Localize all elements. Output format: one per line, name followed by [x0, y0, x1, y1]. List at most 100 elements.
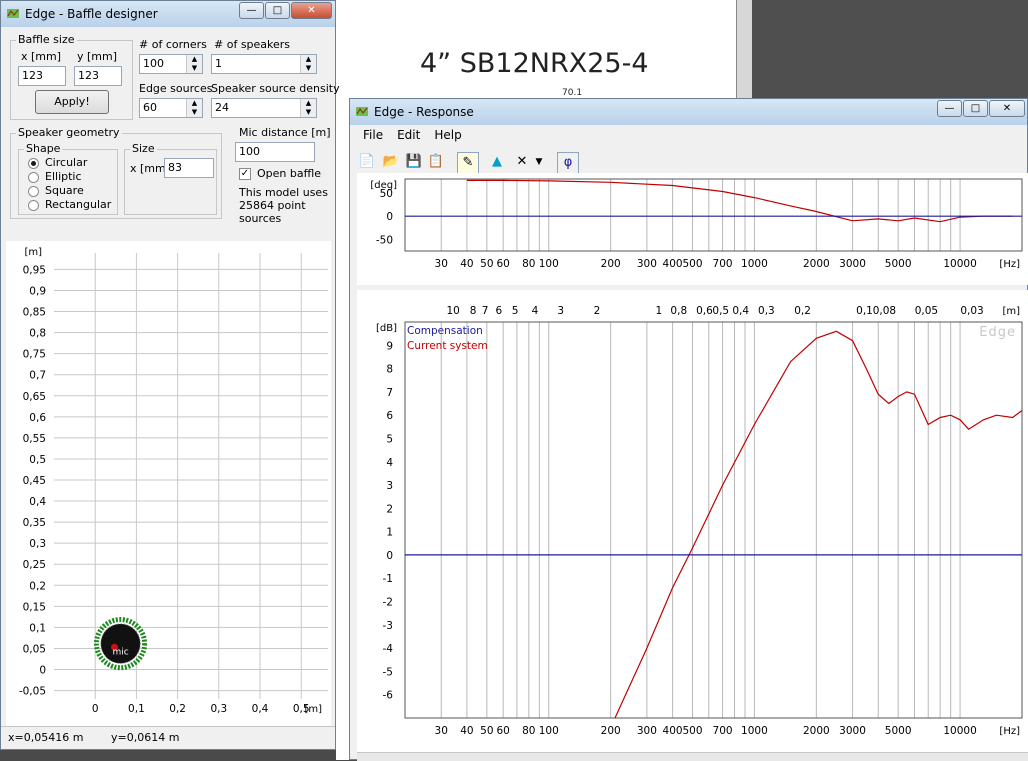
magnitude-x-tick-label: 50: [480, 725, 493, 737]
speakers-spinner[interactable]: ▲ ▼: [300, 55, 316, 73]
baffle-y-tick-label: 0,55: [23, 433, 46, 445]
density-value: 24: [215, 101, 229, 114]
density-spinner[interactable]: ▲ ▼: [300, 99, 316, 117]
response-window-title: Edge - Response: [374, 105, 474, 119]
magnitude-x-tick-label: 700: [713, 725, 733, 737]
wavelength-tick-label: 1: [656, 305, 663, 317]
close-button[interactable]: ✕: [291, 2, 332, 19]
wavelength-tick-label: 6: [495, 305, 502, 317]
magnitude-x-tick-label: 40: [460, 725, 473, 737]
magnitude-y-tick-label: 6: [386, 410, 393, 422]
dropdown-icon[interactable]: ▼: [532, 152, 546, 172]
density-input[interactable]: 24 ▲ ▼: [211, 98, 317, 118]
wavelength-tick-label: 0,1: [856, 305, 873, 317]
phase-x-tick-label: 30: [435, 258, 448, 270]
menu-edit[interactable]: Edit: [397, 128, 420, 142]
phase-x-tick-label: 10000: [943, 258, 976, 270]
delete-icon[interactable]: ✕: [512, 152, 532, 172]
magnitude-x-tick-label: 100: [539, 725, 559, 737]
menu-bar: File Edit Help: [350, 125, 1027, 145]
response-maximize-button[interactable]: □: [963, 100, 988, 117]
apply-button[interactable]: Apply!: [35, 90, 109, 114]
baffle-plot[interactable]: 0,95 0,9 0,85 0,8 0,75 0,7 0,65 0,6 0,55 0,5 0,45 0…: [6, 241, 331, 731]
save-icon[interactable]: 💾: [404, 152, 424, 172]
phi-icon[interactable]: φ: [557, 152, 579, 174]
edge-sources-value: 60: [143, 101, 157, 114]
magnitude-x-tick-label: 3000: [839, 725, 866, 737]
phase-x-tick-label: 60: [496, 258, 509, 270]
corners-input[interactable]: 100 ▲ ▼: [139, 54, 203, 74]
shape-square-label[interactable]: Square: [45, 184, 84, 197]
open-baffle-checkbox[interactable]: ✓: [239, 168, 251, 180]
response-close-button[interactable]: ✕: [989, 100, 1025, 117]
shape-elliptic-label[interactable]: Elliptic: [45, 170, 82, 183]
new-icon[interactable]: 📄: [357, 152, 377, 172]
shape-elliptic-radio[interactable]: [28, 172, 39, 183]
shape-rectangular-radio[interactable]: [28, 200, 39, 211]
phase-y-tick-label: 0: [386, 211, 393, 223]
magnitude-y-tick-label: 2: [386, 503, 393, 515]
menu-help[interactable]: Help: [434, 128, 461, 142]
legend-compensation: Compensation: [407, 325, 483, 337]
phase-x-tick-label: 700: [713, 258, 733, 270]
baffle-x-unit: [m]: [304, 704, 322, 715]
baffle-y-tick-label: 0,45: [23, 475, 46, 487]
baffle-y-tick-label: 0: [39, 665, 46, 677]
pen-icon[interactable]: ✎: [457, 152, 479, 174]
open-icon[interactable]: 📂: [381, 152, 401, 172]
magnitude-y-tick-label: 8: [386, 364, 393, 376]
shape-icon[interactable]: ▲: [487, 152, 507, 172]
shape-circular-label[interactable]: Circular: [45, 156, 87, 169]
y-mm-label: y [mm]: [77, 50, 118, 63]
status-x-coordinate: x=0,05416 m: [8, 731, 84, 744]
speaker-size-input[interactable]: 83: [164, 158, 214, 178]
magnitude-plot[interactable]: 9876543210-1-2-3-4-5-630 40 50 60 80 100 200 30…: [357, 290, 1028, 752]
maximize-button[interactable]: □: [265, 2, 290, 19]
magnitude-y-unit: [dB]: [376, 323, 397, 334]
phase-plot[interactable]: 500-5030 40 50 60 80 100 200 300 400 500 700 1000 20…: [357, 173, 1028, 285]
corners-spinner[interactable]: ▲ ▼: [186, 55, 202, 73]
corners-label: # of corners: [139, 38, 207, 51]
corners-value: 100: [143, 57, 164, 70]
speakers-input[interactable]: 1 ▲ ▼: [211, 54, 317, 74]
magnitude-y-tick-label: -6: [383, 690, 394, 702]
shape-circular-radio[interactable]: [28, 158, 39, 169]
open-baffle-label[interactable]: Open baffle: [257, 167, 321, 180]
shape-rectangular-label[interactable]: Rectangular: [45, 198, 111, 211]
wavelength-tick-label: 0,03: [960, 305, 983, 317]
baffle-y-tick-label: 0,9: [29, 285, 46, 297]
edge-watermark: Edge: [979, 325, 1016, 340]
magnitude-x-tick-label: 400: [663, 725, 683, 737]
document-number: 70.1: [562, 88, 583, 98]
legend-current-system: Current system: [407, 340, 488, 352]
mic-distance-input[interactable]: 100: [235, 142, 315, 162]
wavelength-tick-label: 0,6: [696, 305, 713, 317]
edge-sources-spinner[interactable]: ▲ ▼: [186, 99, 202, 117]
edge-sources-input[interactable]: 60 ▲ ▼: [139, 98, 203, 118]
menu-file[interactable]: File: [363, 128, 383, 142]
baffle-x-input[interactable]: 123: [18, 66, 66, 86]
magnitude-x-unit: [Hz]: [999, 726, 1020, 737]
baffle-y-tick-label: 0,4: [29, 496, 46, 508]
baffle-plot-bg: [6, 241, 331, 731]
phase-y-tick-label: -50: [376, 234, 393, 246]
magnitude-y-tick-label: 0: [386, 550, 393, 562]
baffle-y-tick-label: 0,25: [23, 559, 46, 571]
response-minimize-button[interactable]: —: [937, 100, 962, 117]
baffle-y-tick-label: 0,95: [23, 264, 46, 276]
minimize-button[interactable]: —: [239, 2, 264, 19]
wavelength-tick-label: 0,4: [732, 305, 749, 317]
shape-square-radio[interactable]: [28, 186, 39, 197]
baffle-y-input[interactable]: 123: [74, 66, 122, 86]
magnitude-x-tick-label: 80: [522, 725, 535, 737]
phase-x-tick-label: 3000: [839, 258, 866, 270]
baffle-y-tick-label: 0,8: [29, 328, 46, 340]
wavelength-tick-label: 8: [470, 305, 477, 317]
copy-icon[interactable]: 📋: [426, 152, 446, 172]
phase-x-tick-label: 1000: [741, 258, 768, 270]
wavelength-tick-label: 0,2: [794, 305, 811, 317]
baffle-x-tick-label: 0,2: [169, 703, 186, 715]
magnitude-y-tick-label: 9: [386, 340, 393, 352]
magnitude-x-tick-label: 60: [496, 725, 509, 737]
baffle-y-tick-label: 0,15: [23, 601, 46, 613]
